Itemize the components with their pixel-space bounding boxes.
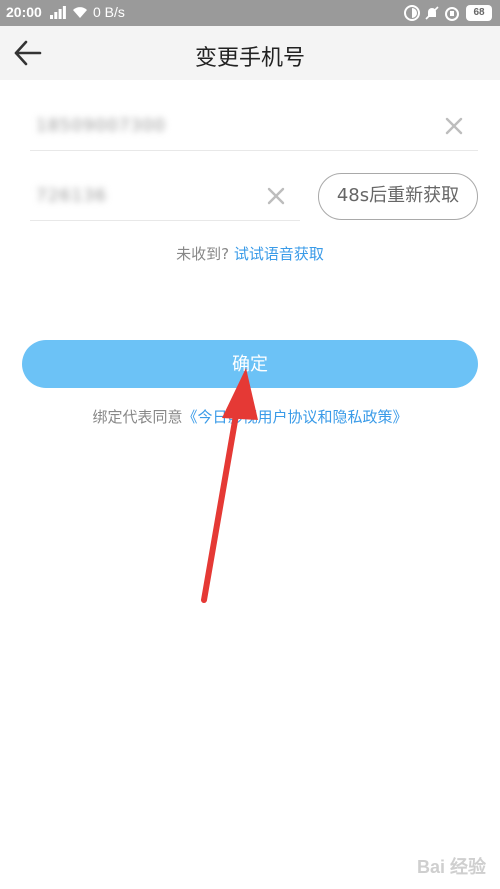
agreement-link[interactable]: 《今日影视用户协议和隐私政策》 bbox=[183, 408, 408, 426]
phone-field[interactable]: 18509007300 bbox=[30, 100, 478, 151]
agreement-notice: 绑定代表同意《今日影视用户协议和隐私政策》 bbox=[0, 406, 500, 427]
code-input-value[interactable]: 726136 bbox=[36, 186, 107, 206]
verification-code-field[interactable]: 726136 bbox=[30, 170, 300, 221]
change-phone-screen: 20:00 0 B/s 68 变更手机号 18509007300 726136 … bbox=[0, 0, 500, 889]
alarm-icon bbox=[445, 7, 459, 21]
confirm-button[interactable]: 确定 bbox=[22, 340, 478, 388]
voice-code-link[interactable]: 试试语音获取 bbox=[234, 245, 324, 263]
wifi-icon bbox=[73, 7, 87, 18]
clear-phone-icon[interactable] bbox=[444, 116, 464, 136]
data-saver-icon bbox=[404, 5, 420, 21]
not-received-hint: 未收到? 试试语音获取 bbox=[0, 243, 500, 264]
signal-icon bbox=[50, 6, 66, 19]
page-title: 变更手机号 bbox=[194, 46, 305, 71]
phone-input-value[interactable]: 18509007300 bbox=[36, 116, 166, 136]
app-header: 变更手机号 bbox=[0, 26, 500, 80]
status-bar: 20:00 0 B/s 68 bbox=[0, 0, 500, 26]
battery-indicator: 68 bbox=[466, 5, 492, 21]
clear-code-icon[interactable] bbox=[266, 186, 286, 206]
agreement-prefix: 绑定代表同意 bbox=[92, 408, 183, 426]
network-speed: 0 B/s bbox=[93, 4, 125, 20]
resend-code-button[interactable]: 48s后重新获取 bbox=[318, 173, 478, 220]
mute-bell-icon bbox=[425, 6, 439, 20]
status-time: 20:00 bbox=[6, 4, 42, 20]
baidu-watermark: Bai 经验 bbox=[416, 857, 486, 877]
hint-prefix: 未收到? bbox=[176, 245, 230, 263]
